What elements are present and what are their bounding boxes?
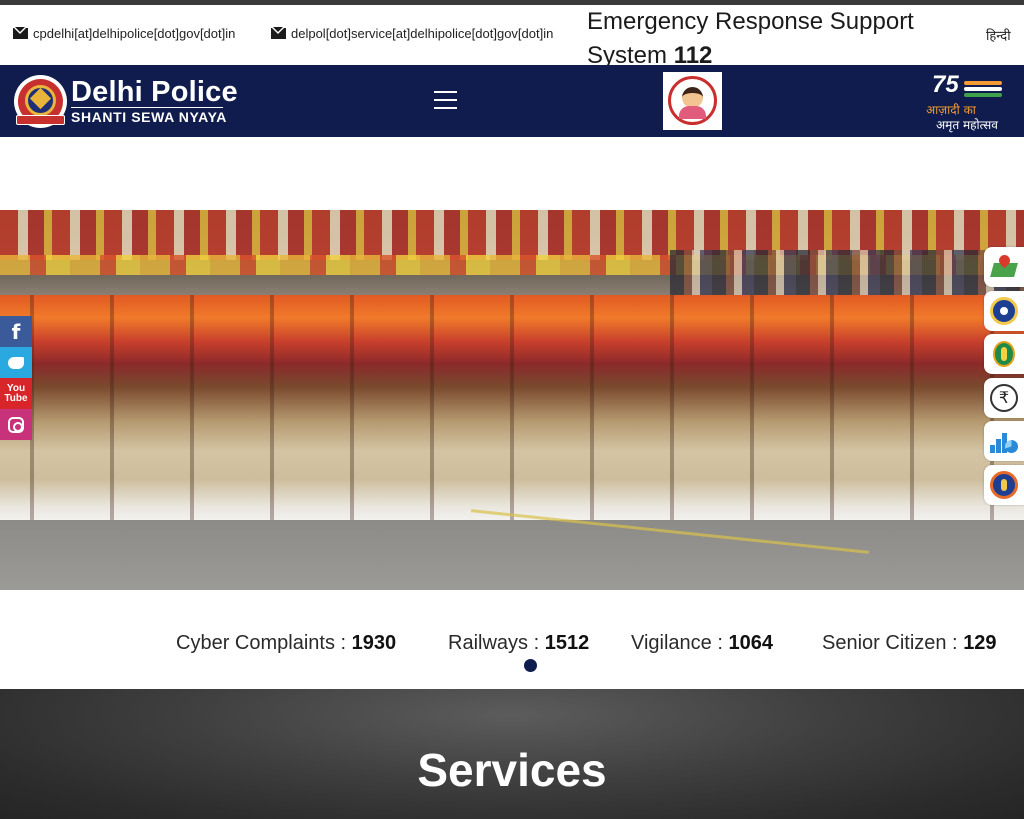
emergency-response-info: Emergency Response Support System 112: [587, 5, 947, 73]
site-header: Delhi Police SHANTI SEWA NYAYA 75 आज़ादी…: [0, 65, 1024, 137]
counter-vigilance[interactable]: Vigilance : 1064: [631, 632, 773, 655]
brand-name[interactable]: Delhi Police: [71, 76, 238, 108]
rupee-icon[interactable]: ₹: [984, 377, 1024, 418]
social-links: f You Tube: [0, 316, 32, 440]
azadi-line1: आज़ादी: [926, 103, 960, 117]
azadi-number: 75: [932, 71, 959, 98]
carousel-dot[interactable]: [524, 659, 537, 672]
brand-motto: SHANTI SEWA NYAYA: [71, 109, 227, 125]
flag-stripe: [964, 93, 1002, 97]
facebook-icon[interactable]: f: [0, 316, 32, 347]
hero-banner-parade-image: [0, 210, 1024, 590]
delhi-police-logo[interactable]: [14, 75, 67, 128]
azadi-line2: अमृत महोत्सव: [936, 118, 998, 132]
emergency-label: Emergency Response Support System: [587, 8, 914, 69]
menu-toggle-icon[interactable]: [434, 91, 457, 110]
police-seal-icon[interactable]: [984, 290, 1024, 331]
azadi-ka-amrit-mahotsav-logo[interactable]: 75 आज़ादी का अमृत महोत्सव: [926, 71, 1016, 133]
email-text: cpdelhi[at]delhipolice[dot]gov[dot]in: [33, 26, 236, 41]
statistics-icon[interactable]: [984, 421, 1024, 461]
azadi-ka: का: [963, 103, 976, 117]
twitter-icon[interactable]: [0, 347, 32, 378]
beti-bachao-logo[interactable]: [663, 72, 722, 130]
flag-stripe: [964, 87, 1002, 91]
envelope-icon: [271, 27, 286, 39]
map-pin-icon[interactable]: [984, 247, 1024, 287]
email-link-service[interactable]: delpol[dot]service[at]delhipolice[dot]go…: [271, 26, 553, 41]
language-toggle[interactable]: हिन्दी: [986, 26, 1011, 44]
quick-links-rail: ₹: [984, 247, 1024, 508]
email-text: delpol[dot]service[at]delhipolice[dot]go…: [291, 26, 554, 41]
services-heading: Services: [417, 744, 607, 796]
contact-bar: cpdelhi[at]delhipolice[dot]gov[dot]in de…: [0, 5, 1024, 69]
instagram-icon[interactable]: [0, 409, 32, 440]
helpline-counters: Cyber Complaints : 1930 Railways : 1512 …: [0, 590, 1024, 689]
flag-stripe: [964, 81, 1002, 85]
traffic-icon[interactable]: [984, 334, 1024, 374]
counter-cyber-complaints[interactable]: Cyber Complaints : 1930: [176, 632, 396, 655]
youtube-icon[interactable]: You Tube: [0, 378, 32, 409]
counter-railways[interactable]: Railways : 1512: [448, 632, 589, 655]
girl-face-icon: [682, 87, 703, 108]
email-link-cp[interactable]: cpdelhi[at]delhipolice[dot]gov[dot]in: [13, 26, 235, 41]
services-section: Services: [0, 689, 1024, 819]
envelope-icon: [13, 27, 28, 39]
counter-senior-citizen[interactable]: Senior Citizen : 129: [822, 632, 997, 655]
brand-divider: [71, 107, 223, 108]
emblem-icon[interactable]: [984, 464, 1024, 505]
